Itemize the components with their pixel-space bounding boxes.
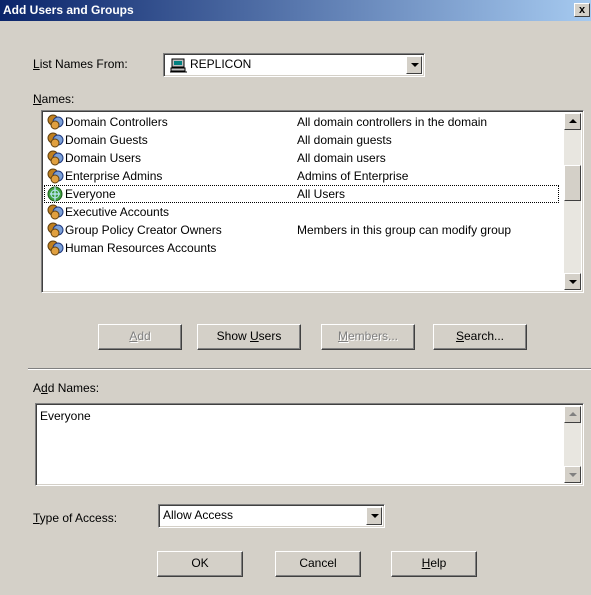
- group-icon: [47, 222, 64, 238]
- list-item-description: All domain guests: [297, 133, 392, 147]
- add-names-textarea[interactable]: Everyone: [35, 403, 584, 486]
- list-item-name: Domain Users: [65, 151, 142, 165]
- type-of-access-label: Type of Access:: [33, 511, 118, 525]
- add-names-label: Add Names:: [33, 381, 100, 395]
- list-names-from-value: REPLICON: [190, 57, 252, 71]
- add-button[interactable]: Add: [98, 324, 182, 350]
- list-item[interactable]: Group Policy Creator Owners Members in th…: [44, 221, 559, 239]
- list-item-name: Executive Accounts: [65, 205, 170, 219]
- group-icon: [47, 204, 64, 220]
- list-item-name: Domain Guests: [65, 133, 148, 147]
- list-item-name: Group Policy Creator Owners: [65, 223, 222, 237]
- list-item[interactable]: Domain Guests All domain guests: [44, 131, 559, 149]
- cancel-button[interactable]: Cancel: [275, 551, 361, 577]
- type-of-access-value: Allow Access: [163, 508, 234, 522]
- scroll-up-button[interactable]: [564, 113, 581, 130]
- list-item[interactable]: Human Resources Accounts: [44, 239, 559, 257]
- members-button[interactable]: Members...: [321, 324, 415, 350]
- group-icon: [47, 168, 64, 184]
- names-label: Names:: [33, 92, 75, 106]
- chevron-down-icon[interactable]: [406, 56, 422, 74]
- group-icon: [47, 150, 64, 166]
- close-button[interactable]: x: [574, 3, 590, 17]
- scroll-up-button[interactable]: [564, 406, 581, 423]
- names-scrollbar[interactable]: [564, 113, 581, 290]
- scroll-down-button[interactable]: [564, 466, 581, 483]
- type-of-access-dropdown[interactable]: Allow Access: [158, 504, 385, 528]
- help-button[interactable]: Help: [391, 551, 477, 577]
- chevron-down-icon[interactable]: [366, 507, 382, 525]
- separator-highlight: [28, 369, 591, 370]
- add-names-scrollbar[interactable]: [564, 406, 581, 483]
- ok-button[interactable]: OK: [157, 551, 243, 577]
- show-users-button[interactable]: Show Users: [197, 324, 301, 350]
- list-names-from-label: List Names From:: [33, 57, 128, 71]
- list-item-description: All domain controllers in the domain: [297, 115, 488, 129]
- add-names-value: Everyone: [40, 409, 91, 423]
- search-button[interactable]: Search...: [433, 324, 527, 350]
- list-item-description: Admins of Enterprise: [297, 169, 409, 183]
- list-names-from-dropdown[interactable]: REPLICON: [163, 53, 425, 77]
- list-item-description: All domain users: [297, 151, 386, 165]
- window-title: Add Users and Groups: [3, 3, 134, 17]
- list-item-name: Domain Controllers: [65, 115, 168, 129]
- title-bar[interactable]: Add Users and Groups x: [0, 0, 591, 21]
- names-list[interactable]: Domain Controllers All domain controllers…: [41, 110, 584, 293]
- scroll-thumb[interactable]: [564, 165, 581, 201]
- group-icon: [47, 114, 64, 130]
- list-item[interactable]: Executive Accounts: [44, 203, 559, 221]
- list-item-name: Enterprise Admins: [65, 169, 163, 183]
- group-icon: [47, 132, 64, 148]
- list-item[interactable]: Enterprise Admins Admins of Enterprise: [44, 167, 559, 185]
- list-item-name: Human Resources Accounts: [65, 241, 217, 255]
- list-item-description: All Users: [297, 187, 346, 201]
- add-users-and-groups-dialog: Add Users and Groups x List Names From: …: [0, 0, 591, 595]
- group-icon: [47, 240, 64, 256]
- list-item[interactable]: Everyone All Users: [44, 185, 559, 203]
- list-item-name: Everyone: [65, 187, 116, 201]
- list-item[interactable]: Domain Users All domain users: [44, 149, 559, 167]
- network-computer-icon: [170, 58, 187, 73]
- list-item[interactable]: Domain Controllers All domain controllers…: [44, 113, 559, 131]
- list-item-description: Members in this group can modify group: [297, 223, 512, 237]
- globe-icon: [47, 186, 64, 202]
- scroll-down-button[interactable]: [564, 273, 581, 290]
